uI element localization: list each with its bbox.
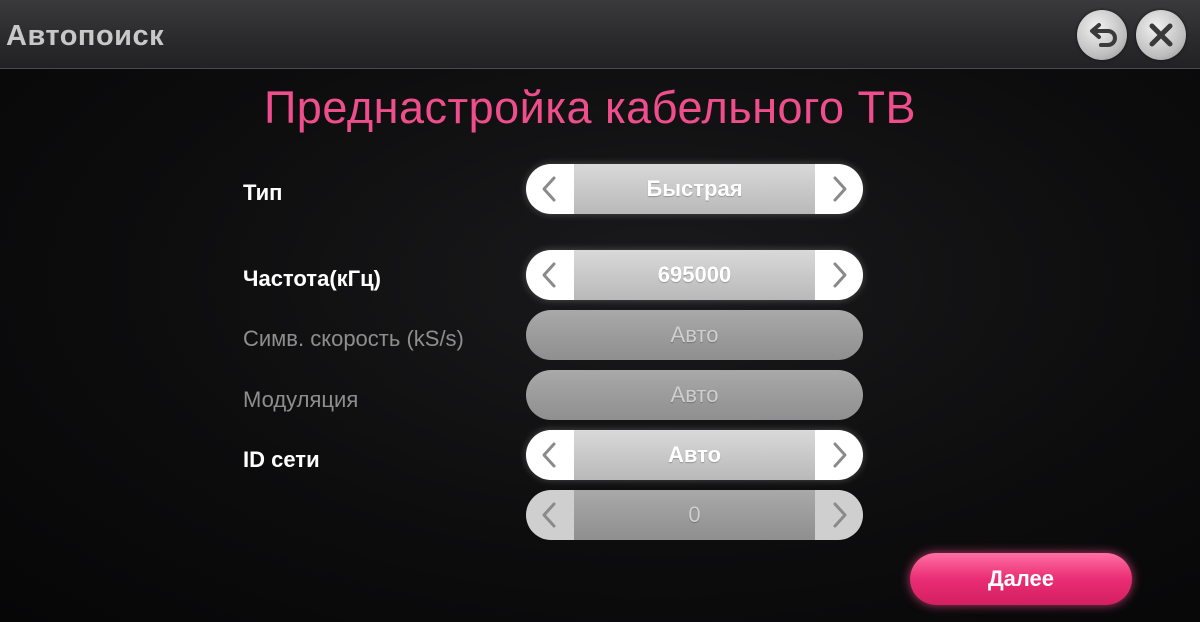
chevron-left-icon — [542, 176, 556, 202]
type-value: Быстрая — [646, 176, 743, 201]
modulation-field: Авто — [526, 370, 863, 420]
frequency-selector: 695000 — [526, 250, 863, 300]
close-icon — [1149, 23, 1173, 47]
chevron-right-icon — [833, 262, 847, 288]
symbol-rate-field: Авто — [526, 310, 863, 360]
back-button[interactable] — [1077, 10, 1127, 60]
frequency-next-button[interactable] — [815, 250, 863, 300]
network-id-selector: Авто — [526, 430, 863, 480]
window-title: Автопоиск — [6, 20, 165, 52]
chevron-right-icon — [833, 176, 847, 202]
type-label: Тип — [243, 180, 283, 205]
frequency-value: 695000 — [657, 262, 732, 287]
symbol-rate-label: Симв. скорость (kS/s) — [243, 326, 464, 351]
chevron-left-icon — [542, 502, 556, 528]
frequency-label: Частота(кГц) — [243, 266, 381, 291]
chevron-right-icon — [833, 502, 847, 528]
network-id-label: ID сети — [243, 447, 320, 472]
tv-screen: Автопоиск Преднастройка кабельного ТВ Ти… — [0, 0, 1200, 622]
chevron-left-icon — [542, 262, 556, 288]
network-id-number-value: 0 — [688, 502, 701, 527]
network-id-next-button[interactable] — [815, 430, 863, 480]
page-title: Преднастройка кабельного ТВ — [263, 82, 917, 133]
modulation-value: Авто — [670, 382, 719, 407]
type-prev-button[interactable] — [526, 164, 574, 214]
next-button[interactable]: Далее — [910, 553, 1132, 605]
type-selector: Быстрая — [526, 164, 863, 214]
frequency-prev-button[interactable] — [526, 250, 574, 300]
top-bar: Автопоиск — [0, 0, 1200, 69]
type-next-button[interactable] — [815, 164, 863, 214]
close-button[interactable] — [1136, 10, 1186, 60]
network-id-prev-button[interactable] — [526, 430, 574, 480]
back-arrow-icon — [1090, 23, 1117, 47]
network-id-number-prev-button[interactable] — [526, 490, 574, 540]
network-id-value: Авто — [667, 442, 722, 467]
chevron-left-icon — [542, 442, 556, 468]
network-id-number-next-button[interactable] — [815, 490, 863, 540]
network-id-number-selector: 0 — [526, 490, 863, 540]
chevron-right-icon — [833, 442, 847, 468]
symbol-rate-value: Авто — [670, 322, 719, 347]
modulation-label: Модуляция — [243, 387, 359, 412]
